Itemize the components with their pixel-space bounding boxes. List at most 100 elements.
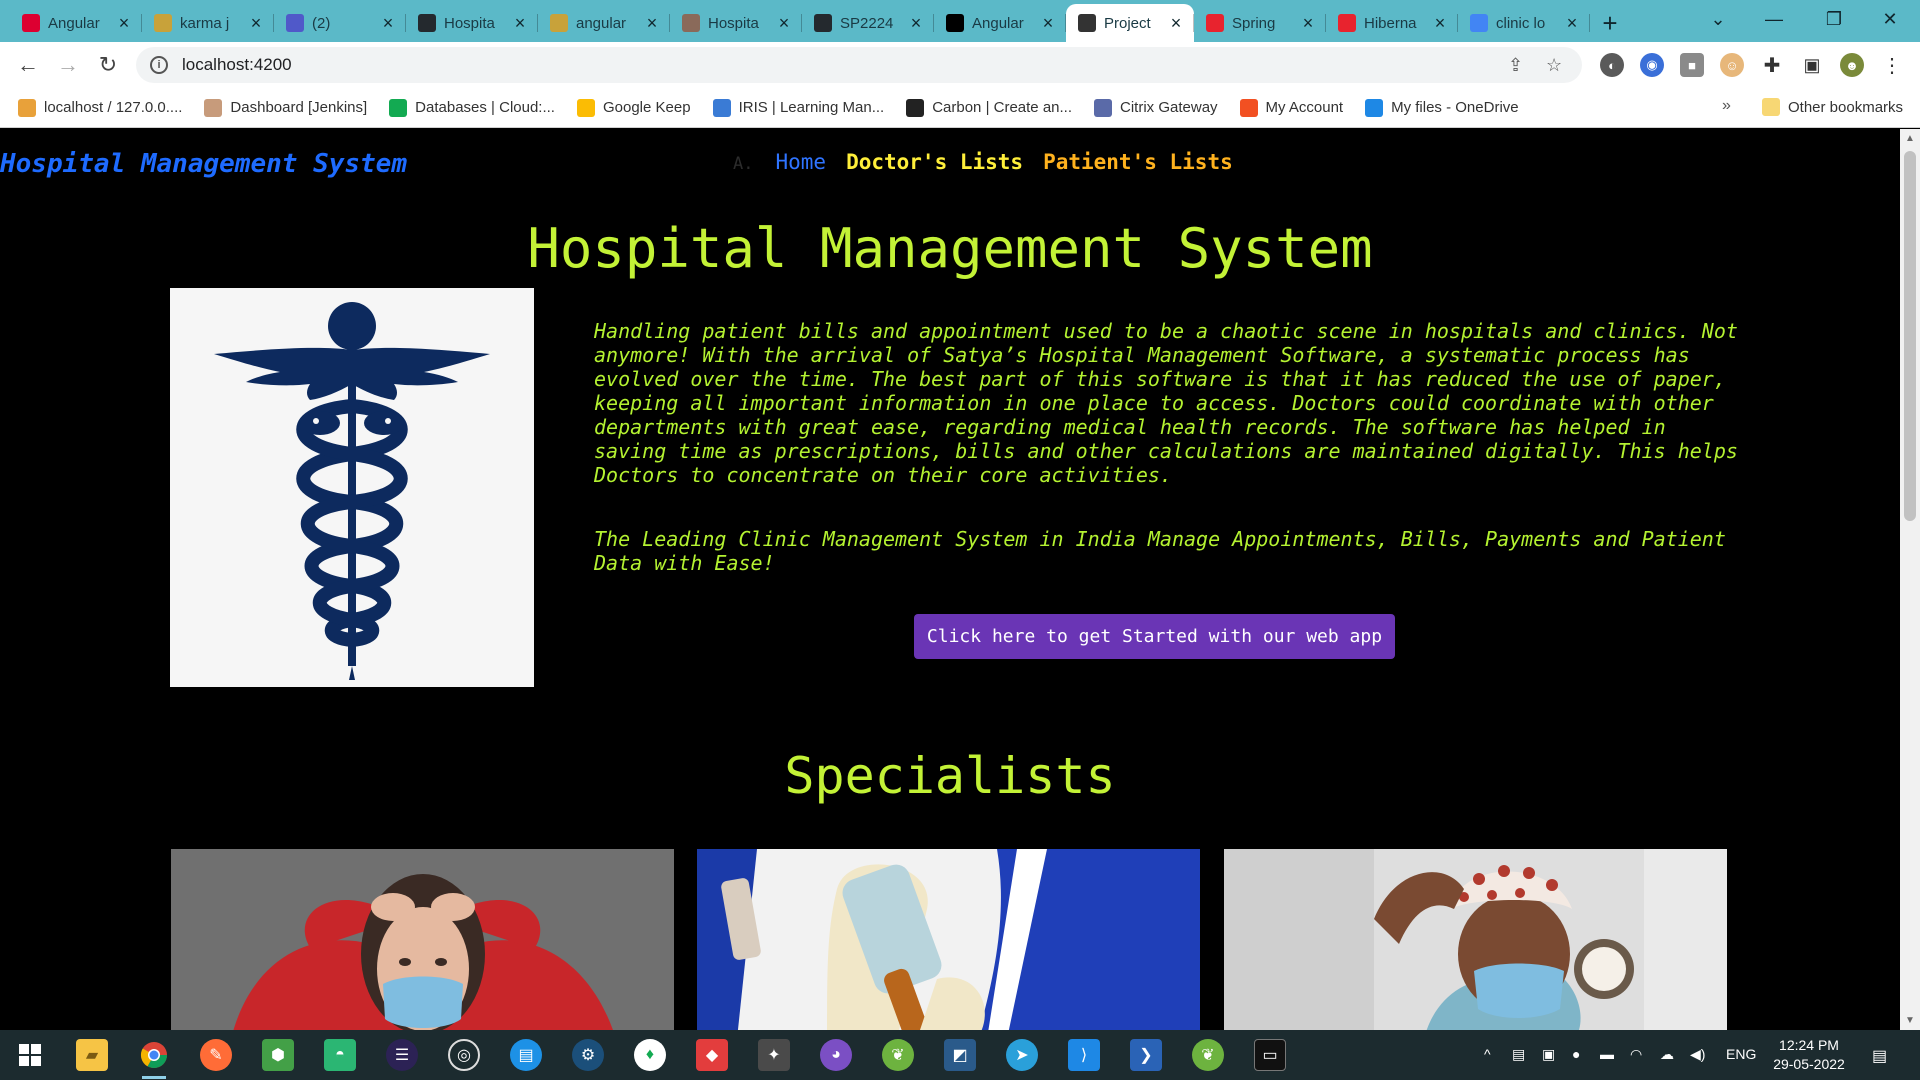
extension-icon[interactable]: ◐	[1600, 53, 1624, 77]
docker-tray-icon[interactable]: ▤	[1512, 1046, 1525, 1063]
system-clock[interactable]: 12:24 PM 29-05-2022	[1764, 1036, 1854, 1074]
bookmark-item[interactable]: My Account	[1239, 98, 1343, 117]
browser-tab[interactable]: Hospita ×	[670, 4, 802, 42]
address-url[interactable]: localhost:4200	[182, 55, 292, 75]
bookmark-item[interactable]: Databases | Cloud:...	[389, 98, 555, 117]
close-tab-icon[interactable]: ×	[776, 13, 792, 34]
git-extensions-icon[interactable]: ✦	[758, 1039, 790, 1071]
share-icon[interactable]: ⇪	[1508, 55, 1523, 76]
mysql-workbench-icon[interactable]: ◩	[944, 1039, 976, 1071]
side-panel-icon[interactable]: ▣	[1800, 53, 1824, 77]
browser-tab[interactable]: Project ×	[1066, 4, 1194, 42]
browser-tab[interactable]: angular ×	[538, 4, 670, 42]
specialist-card-masked-woman[interactable]	[171, 849, 674, 1030]
scroll-down-icon[interactable]: ▼	[1905, 1015, 1915, 1026]
site-brand[interactable]: Hospital Management System	[0, 149, 407, 179]
nav-brandmark[interactable]: A.	[733, 154, 753, 174]
bookmark-star-icon[interactable]: ☆	[1546, 55, 1562, 76]
minimize-button[interactable]: —	[1746, 0, 1802, 38]
steam-icon[interactable]: ⚙	[572, 1039, 604, 1071]
extensions-puzzle-icon[interactable]: ✚	[1760, 53, 1784, 77]
reload-button[interactable]: ↻	[88, 45, 128, 85]
close-tab-icon[interactable]: ×	[1564, 13, 1580, 34]
terminal-icon[interactable]: ▭	[1254, 1039, 1286, 1071]
close-tab-icon[interactable]: ×	[380, 13, 396, 34]
mongodb-icon[interactable]: ♦	[634, 1039, 666, 1071]
close-tab-icon[interactable]: ×	[644, 13, 660, 34]
browser-tab[interactable]: SP2224 ×	[802, 4, 934, 42]
get-started-button[interactable]: Click here to get Started with our web a…	[914, 614, 1395, 659]
close-window-button[interactable]: ✕	[1862, 0, 1918, 38]
git-gui-icon[interactable]: ◆	[696, 1039, 728, 1071]
bookmark-item[interactable]: Dashboard [Jenkins]	[204, 98, 367, 117]
bookmarks-overflow-icon[interactable]: »	[1722, 97, 1731, 115]
windows-start-icon[interactable]	[14, 1039, 46, 1071]
browser-tab[interactable]: Spring ×	[1194, 4, 1326, 42]
scroll-up-icon[interactable]: ▲	[1905, 133, 1915, 144]
bookmark-item[interactable]: localhost / 127.0.0....	[18, 98, 182, 117]
spring-tool-suite-icon[interactable]: ❦	[1192, 1039, 1224, 1071]
tray-overflow-icon[interactable]: ^	[1484, 1046, 1491, 1062]
specialist-card-surgeon[interactable]	[1224, 849, 1727, 1030]
browser-tab[interactable]: Hiberna ×	[1326, 4, 1458, 42]
browser-tab[interactable]: Angular ×	[934, 4, 1066, 42]
github-desktop-icon[interactable]: ◕	[820, 1039, 852, 1071]
bookmark-item[interactable]: Carbon | Create an...	[906, 98, 1072, 117]
extension-icon[interactable]: ☺	[1720, 53, 1744, 77]
scrollbar-thumb[interactable]	[1904, 151, 1916, 521]
close-tab-icon[interactable]: ×	[248, 13, 264, 34]
page-scrollbar[interactable]: ▲ ▼	[1900, 129, 1920, 1030]
onedrive-icon[interactable]: ☁	[1660, 1046, 1674, 1063]
spring-tool-suite-icon[interactable]: ❦	[882, 1039, 914, 1071]
forward-button[interactable]: →	[48, 45, 88, 85]
volume-icon[interactable]: ◀)	[1690, 1046, 1705, 1063]
vscode-icon[interactable]: ⟩	[1068, 1039, 1100, 1071]
other-bookmarks[interactable]: Other bookmarks	[1762, 98, 1903, 116]
extension-icon[interactable]: ◉	[1640, 53, 1664, 77]
browser-tab[interactable]: (2) ×	[274, 4, 406, 42]
nav-patients-link[interactable]: Patient's Lists	[1043, 150, 1233, 174]
nav-doctors-link[interactable]: Doctor's Lists	[846, 150, 1023, 174]
browser-tab[interactable]: Angular ×	[10, 4, 142, 42]
bookmark-item[interactable]: My files - OneDrive	[1365, 98, 1519, 117]
obs-icon[interactable]: ◎	[448, 1039, 480, 1071]
close-tab-icon[interactable]: ×	[512, 13, 528, 34]
browser-tab[interactable]: Hospita ×	[406, 4, 538, 42]
close-tab-icon[interactable]: ×	[1040, 13, 1056, 34]
close-tab-icon[interactable]: ×	[116, 13, 132, 34]
new-tab-button[interactable]: +	[1590, 4, 1630, 42]
close-tab-icon[interactable]: ×	[908, 13, 924, 34]
file-explorer-icon[interactable]: ▰	[76, 1039, 108, 1071]
menu-kebab-icon[interactable]: ⋮	[1880, 53, 1904, 77]
language-indicator[interactable]: ENG	[1726, 1046, 1756, 1062]
postman-icon[interactable]: ✎	[200, 1039, 232, 1071]
site-info-icon[interactable]: i	[150, 56, 168, 74]
eclipse-icon[interactable]: ☰	[386, 1039, 418, 1071]
notifications-icon[interactable]: ▤	[1872, 1046, 1887, 1066]
close-tab-icon[interactable]: ×	[1168, 13, 1184, 34]
chrome-icon[interactable]	[138, 1039, 170, 1079]
nodejs-icon[interactable]: ⬢	[262, 1039, 294, 1071]
mongodb-compass-icon[interactable]: ◓	[324, 1039, 356, 1071]
close-tab-icon[interactable]: ×	[1300, 13, 1316, 34]
browser-tab[interactable]: karma j ×	[142, 4, 274, 42]
powershell-icon[interactable]: ❯	[1130, 1039, 1162, 1071]
profile-avatar[interactable]: ☻	[1840, 53, 1864, 77]
nav-home-link[interactable]: Home	[775, 150, 826, 174]
close-tab-icon[interactable]: ×	[1432, 13, 1448, 34]
back-button[interactable]: ←	[8, 45, 48, 85]
extension-icon[interactable]: ■	[1680, 53, 1704, 77]
camera-tray-icon[interactable]: ▣	[1542, 1046, 1555, 1063]
restore-button[interactable]: ❐	[1806, 0, 1862, 38]
tab-search-icon[interactable]: ⌄	[1690, 0, 1746, 38]
address-bar[interactable]: i localhost:4200 ⇪ ☆	[136, 47, 1582, 83]
bookmark-item[interactable]: Citrix Gateway	[1094, 98, 1218, 117]
bookmark-item[interactable]: IRIS | Learning Man...	[712, 98, 884, 117]
microphone-icon[interactable]: ●	[1572, 1046, 1580, 1062]
docker-icon[interactable]: ▤	[510, 1039, 542, 1071]
telegram-icon[interactable]: ➤	[1006, 1039, 1038, 1071]
battery-icon[interactable]: ▬	[1600, 1046, 1614, 1062]
specialist-card-lab-sample[interactable]	[697, 849, 1200, 1030]
bookmark-item[interactable]: Google Keep	[576, 98, 691, 117]
wifi-icon[interactable]: ◠	[1630, 1046, 1642, 1063]
